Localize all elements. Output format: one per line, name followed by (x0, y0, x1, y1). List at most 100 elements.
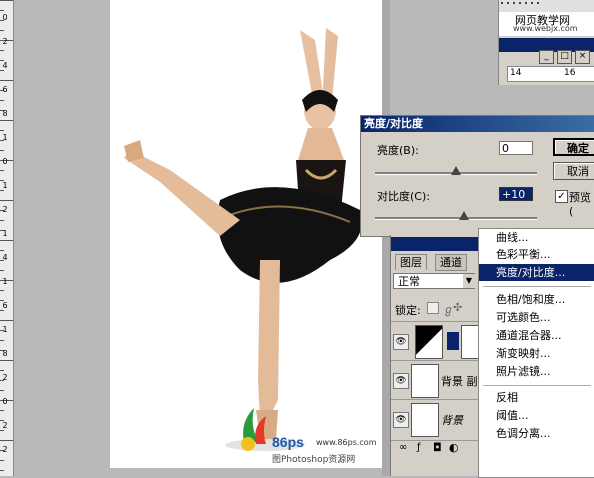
ruler-tick (0, 10, 4, 11)
ruler-tick (0, 360, 13, 361)
ruler-tick (0, 320, 13, 321)
adjustment-layer-thumbnail[interactable] (415, 325, 443, 359)
layer-name: 背景 副 (441, 375, 478, 388)
cancel-button[interactable]: 取消 (553, 162, 594, 180)
ok-button[interactable]: 确定 (553, 138, 594, 156)
ruler-label: 8 (2, 109, 8, 118)
watermark-caption: 图Photoshop资源网 (272, 455, 356, 465)
ruler-label: 0 (2, 397, 8, 406)
lock-move-icon[interactable]: ✣ (453, 301, 462, 314)
ruler-label: 6 (2, 85, 8, 94)
menu-separator (483, 286, 591, 287)
link-icon[interactable]: ∞ (399, 442, 407, 453)
ruler-tick (0, 250, 4, 251)
contrast-input[interactable]: +10 (499, 187, 533, 201)
mini-ruler-label: 16 (564, 68, 576, 78)
mask-icon[interactable]: ◘ (433, 441, 442, 454)
menu-item-channel-mixer[interactable]: 通道混合器... (479, 327, 594, 344)
layers-titlebar[interactable] (391, 237, 489, 251)
menu-item-hue-saturation[interactable]: 色相/饱和度... (479, 291, 594, 308)
chevron-down-icon[interactable]: ▼ (463, 274, 475, 288)
contrast-label: 对比度(C): (377, 190, 430, 203)
layer-style-icon[interactable]: ƒ (417, 442, 421, 453)
watermark-url: www.86ps.com (316, 438, 377, 447)
menu-item-brightness-contrast[interactable]: 亮度/对比度... (479, 264, 594, 281)
brightness-slider-thumb[interactable] (451, 166, 461, 175)
watermark-banner: 网页教学网 www.webjx.com (499, 12, 594, 36)
mini-ruler-label: 14 (510, 68, 522, 78)
ruler-label: 2 (2, 421, 8, 430)
ruler-label: 2 (2, 205, 8, 214)
watermark-site-url: www.webjx.com (513, 24, 578, 33)
ruler-label: 1 (2, 133, 8, 142)
ruler-tick (0, 370, 4, 371)
document-canvas[interactable] (110, 0, 382, 468)
dialog-title[interactable]: 亮度/对比度 (361, 116, 594, 132)
layer-row[interactable]: 👁 背景 (391, 399, 489, 438)
canvas-gutter (382, 0, 390, 476)
menu-item-selective-color[interactable]: 可选颜色... (479, 309, 594, 326)
ruler-tick (0, 290, 4, 291)
adjustment-layer-icon[interactable]: ◐ (449, 441, 459, 454)
ruler-tick (0, 310, 4, 311)
ruler-tick (0, 50, 4, 51)
close-button[interactable]: × (575, 50, 590, 64)
layers-panel: 图层 通道 正常 ▼ 锁定: ℊ ✣ 👁 👁 背景 副 👁 背景 ∞ ƒ ◘ ◐ (390, 235, 489, 476)
ruler-tick (0, 130, 4, 131)
ruler-tick (0, 190, 4, 191)
menu-item-photo-filter[interactable]: 照片滤镜... (479, 363, 594, 380)
watermark-logo-text: 86ps (272, 434, 304, 450)
menu-item-invert[interactable]: 反相 (479, 389, 594, 406)
menu-item-gradient-map[interactable]: 渐变映射... (479, 345, 594, 362)
eye-icon[interactable]: 👁 (393, 412, 409, 428)
menu-item-posterize[interactable]: 色调分离... (479, 425, 594, 442)
ruler-label: 1 (2, 325, 8, 334)
layers-footer: ∞ ƒ ◘ ◐ (391, 440, 489, 457)
menu-item-color-balance[interactable]: 色彩平衡... (479, 246, 594, 263)
layer-row[interactable]: 👁 背景 副 (391, 360, 489, 399)
menu-item-threshold[interactable]: 阈值... (479, 407, 594, 424)
ruler-label: 0 (2, 13, 8, 22)
ruler-tick (0, 410, 4, 411)
tab-channels[interactable]: 通道 (435, 254, 467, 271)
tab-layers[interactable]: 图层 (395, 254, 427, 270)
ruler-tick (0, 390, 4, 391)
adjustments-menu: 曲线... 色彩平衡... 亮度/对比度... 色相/饱和度... 可选颜色..… (478, 228, 594, 478)
eye-icon[interactable]: 👁 (393, 334, 409, 350)
ruler-label: 2 (2, 373, 8, 382)
ruler-tick (0, 220, 4, 221)
ruler-tick (0, 80, 13, 81)
layer-thumbnail (411, 403, 439, 437)
ruler-label: 1 (2, 229, 8, 238)
ruler-label: 1 (2, 277, 8, 286)
ruler-label: 6 (2, 301, 8, 310)
ruler-label: 4 (2, 253, 8, 262)
contrast-slider-thumb[interactable] (459, 211, 469, 220)
ruler-tick (0, 100, 4, 101)
brightness-input[interactable]: 0 (499, 141, 533, 155)
ruler-label: 1 (2, 181, 8, 190)
ruler-label: 2 (2, 445, 8, 454)
brightness-contrast-dialog: 亮度/对比度 亮度(B): 0 对比度(C): +10 确定 取消 ✓ 预览( (360, 115, 594, 237)
ruler-tick (0, 200, 13, 201)
ruler-label: 0 (2, 157, 8, 166)
eye-icon[interactable]: 👁 (393, 373, 409, 389)
ruler-tick (0, 270, 4, 271)
ruler-tick (0, 470, 4, 471)
layer-row[interactable]: 👁 (391, 321, 489, 360)
preview-checkbox[interactable]: ✓ (555, 190, 568, 203)
ruler-tick (0, 170, 4, 171)
maximize-button[interactable]: □ (557, 50, 572, 64)
ruler-tick (0, 70, 4, 71)
menu-item-curves[interactable]: 曲线... (479, 229, 594, 246)
ballerina-photo (124, 28, 362, 451)
ruler-tick (0, 0, 13, 1)
mini-ruler: 14 16 (507, 66, 594, 82)
layer-link-icon (447, 332, 459, 350)
lock-transparency-icon[interactable] (427, 302, 439, 314)
layer-thumbnail (411, 364, 439, 398)
ruler-label: 2 (2, 37, 8, 46)
minimize-button[interactable]: _ (539, 50, 554, 64)
contrast-slider-track[interactable] (375, 217, 537, 220)
brightness-label: 亮度(B): (377, 144, 419, 157)
